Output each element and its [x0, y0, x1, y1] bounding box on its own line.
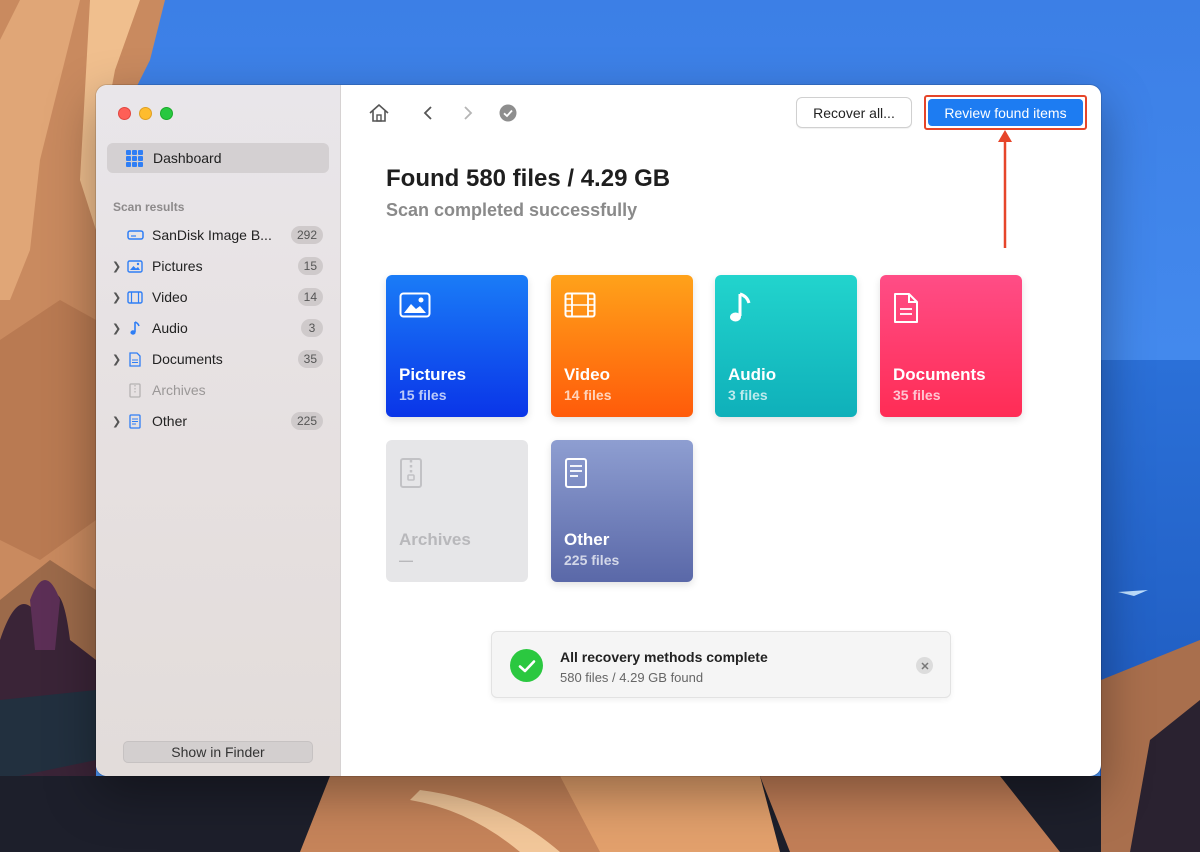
tile-file-count: 14 files [564, 387, 612, 403]
item-count-badge: 292 [290, 226, 323, 244]
chevron-right-icon[interactable]: ❯ [112, 322, 122, 335]
sidebar-item-audio[interactable]: ❯ Audio 3 [96, 315, 341, 341]
tile-file-count: — [399, 552, 413, 568]
tile-other[interactable]: Other 225 files [551, 440, 693, 582]
chevron-right-icon[interactable]: ❯ [112, 260, 122, 273]
sidebar-item-label: Dashboard [153, 150, 222, 166]
page-title: Found 580 files / 4.29 GB [386, 165, 671, 192]
success-check-icon [510, 649, 543, 682]
home-icon[interactable] [366, 101, 392, 125]
back-chevron-icon[interactable] [418, 101, 438, 125]
image-icon [399, 292, 431, 323]
film-icon [126, 289, 144, 305]
annotation-arrow-icon [998, 130, 1012, 248]
sidebar-item-label: Video [152, 289, 188, 305]
window-controls [118, 107, 173, 120]
zoom-window-button[interactable] [160, 107, 173, 120]
sidebar-item-dashboard[interactable]: Dashboard [107, 143, 329, 173]
sidebar-item-label: Other [152, 413, 188, 429]
sidebar-item-pictures[interactable]: ❯ Pictures 15 [96, 253, 341, 279]
tile-video[interactable]: Video 14 files [551, 275, 693, 417]
sidebar-item-documents[interactable]: ❯ Documents 35 [96, 346, 341, 372]
tile-pictures[interactable]: Pictures 15 files [386, 275, 528, 417]
close-icon[interactable] [916, 657, 933, 674]
film-icon [564, 292, 596, 323]
tile-documents[interactable]: Documents 35 files [880, 275, 1022, 417]
recovery-complete-notification: All recovery methods complete 580 files … [491, 631, 951, 698]
show-in-finder-button[interactable]: Show in Finder [123, 741, 313, 763]
tile-label: Archives [399, 530, 471, 549]
sidebar-item-label: SanDisk Image B... [152, 227, 272, 243]
scan-results-heading: Scan results [113, 200, 185, 214]
item-count-badge: 225 [290, 412, 323, 430]
app-window: Dashboard Scan results SanDisk Image B..… [96, 85, 1101, 776]
scan-status-subtitle: Scan completed successfully [386, 200, 638, 220]
file-icon [126, 413, 144, 429]
notification-subtitle: 580 files / 4.29 GB found [560, 670, 704, 685]
sidebar-item-other[interactable]: ❯ Other 225 [96, 408, 341, 434]
tile-file-count: 15 files [399, 387, 447, 403]
review-found-items-button[interactable]: Review found items [928, 99, 1083, 126]
sidebar-item-sandisk-image[interactable]: SanDisk Image B... 292 [96, 222, 341, 248]
document-icon [893, 292, 919, 329]
chevron-right-icon[interactable]: ❯ [112, 415, 122, 428]
tile-label: Audio [728, 365, 777, 384]
sidebar: Dashboard Scan results SanDisk Image B..… [96, 85, 341, 776]
notification-title: All recovery methods complete [560, 649, 768, 665]
tile-label: Other [564, 530, 610, 549]
chevron-right-icon[interactable]: ❯ [112, 353, 122, 366]
sidebar-item-archives: Archives [96, 377, 341, 403]
tile-label: Pictures [399, 365, 467, 384]
tile-file-count: 3 files [728, 387, 768, 403]
item-count-badge: 14 [297, 288, 323, 306]
item-count-badge: 35 [297, 350, 323, 368]
minimize-window-button[interactable] [139, 107, 152, 120]
tile-audio[interactable]: Audio 3 files [715, 275, 857, 417]
recover-all-button[interactable]: Recover all... [796, 97, 912, 128]
sidebar-item-video[interactable]: ❯ Video 14 [96, 284, 341, 310]
music-note-icon [126, 320, 144, 336]
dashboard-grid-icon [126, 149, 143, 167]
tile-label: Documents [893, 365, 986, 384]
chevron-right-icon[interactable]: ❯ [112, 291, 122, 304]
tile-file-count: 225 files [564, 552, 620, 568]
archive-icon [126, 382, 144, 398]
file-icon [564, 457, 588, 494]
sidebar-item-label: Pictures [152, 258, 203, 274]
tile-archives: Archives — [386, 440, 528, 582]
archive-icon [399, 457, 423, 494]
tile-label: Video [564, 365, 610, 384]
sidebar-item-label: Audio [152, 320, 188, 336]
drive-icon [126, 227, 144, 243]
document-icon [126, 351, 144, 367]
scan-complete-check-icon [498, 101, 518, 125]
item-count-badge: 15 [297, 257, 323, 275]
forward-chevron-icon[interactable] [458, 101, 478, 125]
close-window-button[interactable] [118, 107, 131, 120]
image-icon [126, 258, 144, 274]
tile-file-count: 35 files [893, 387, 941, 403]
sidebar-item-label: Documents [152, 351, 223, 367]
review-button-highlight: Review found items [924, 95, 1087, 130]
sidebar-item-label: Archives [152, 382, 206, 398]
item-count-badge: 3 [301, 319, 323, 337]
music-note-icon [728, 292, 752, 329]
